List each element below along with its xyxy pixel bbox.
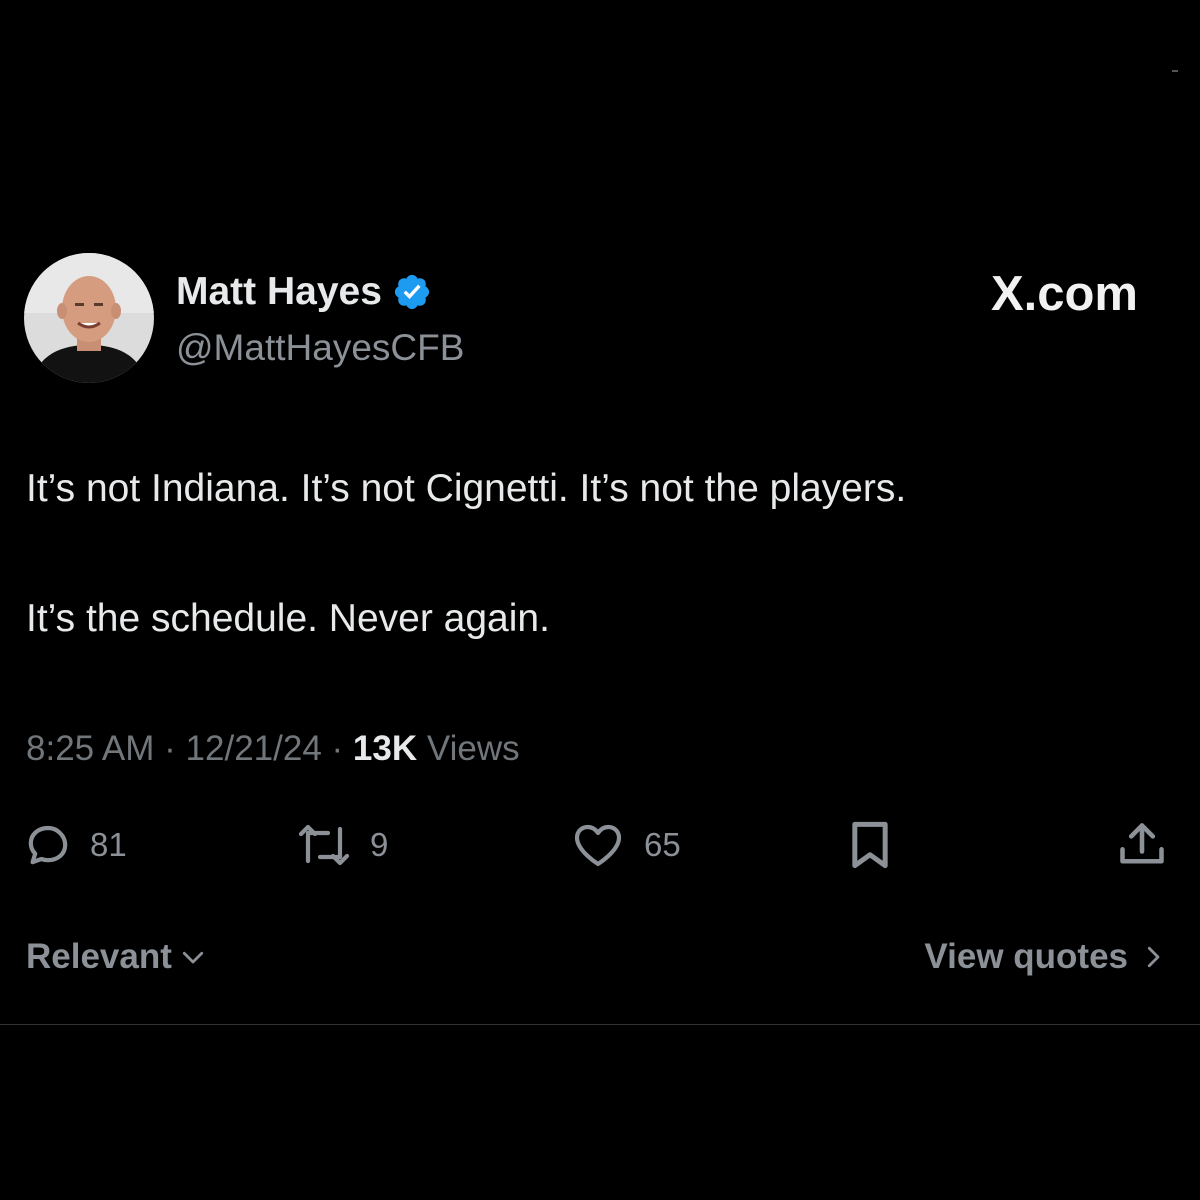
avatar[interactable] <box>24 253 154 383</box>
repost-button[interactable]: 9 <box>296 815 388 875</box>
sort-replies-dropdown[interactable]: Relevant <box>26 934 208 980</box>
verified-badge-icon <box>394 274 430 310</box>
tweet-paragraph: It’s not Indiana. It’s not Cignetti. It’… <box>26 467 907 510</box>
profile-photo-icon <box>24 253 154 383</box>
chevron-down-icon <box>182 951 204 964</box>
meta-separator: · <box>331 729 353 768</box>
like-count: 65 <box>644 826 681 863</box>
tweet-text: It’s not Indiana. It’s not Cignetti. It’… <box>26 462 1176 646</box>
author-handle[interactable]: @MattHayesCFB <box>176 324 464 372</box>
tweet-date[interactable]: 12/21/24 <box>186 729 322 768</box>
heart-icon <box>574 824 622 867</box>
divider <box>0 1024 1200 1025</box>
tweet-meta: 8:25 AM · 12/21/24 · 13K Views <box>26 726 520 772</box>
share-icon <box>1120 823 1164 864</box>
view-quotes-link[interactable]: View quotes <box>924 934 1168 980</box>
view-quotes-label: View quotes <box>924 937 1128 976</box>
action-bar: 81 9 65 <box>0 815 1200 875</box>
author-name-text[interactable]: Matt Hayes <box>176 268 382 316</box>
like-button[interactable]: 65 <box>570 815 681 875</box>
tweet-time[interactable]: 8:25 AM <box>26 729 154 768</box>
share-button[interactable] <box>1116 815 1168 875</box>
corner-mark <box>1172 70 1178 72</box>
chevron-right-icon <box>1147 946 1160 968</box>
repost-icon <box>298 824 350 866</box>
reply-count: 81 <box>90 826 127 863</box>
repost-count: 9 <box>370 826 389 863</box>
sort-label: Relevant <box>26 937 172 976</box>
meta-separator: · <box>164 729 186 768</box>
bookmark-icon <box>852 821 888 869</box>
views-label: Views <box>426 729 520 768</box>
reply-button[interactable]: 81 <box>24 815 127 875</box>
x-com-watermark: X.com <box>990 267 1138 321</box>
tweet-paragraph: It’s the schedule. Never again. <box>26 597 550 640</box>
bookmark-button[interactable] <box>846 815 894 875</box>
author-display-name[interactable]: Matt Hayes <box>176 268 432 316</box>
reply-icon <box>28 825 68 865</box>
views-count: 13K <box>352 729 427 768</box>
